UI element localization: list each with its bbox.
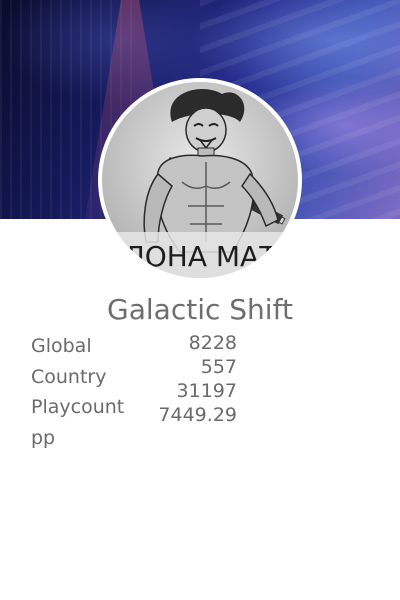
- stat-value-playcount: 31197: [176, 380, 237, 402]
- avatar[interactable]: ЛОНА МАТ: [102, 82, 298, 278]
- stat-label-global: Global: [31, 335, 92, 357]
- username: Galactic Shift: [107, 293, 293, 326]
- stats-values: 8228 557 31197 7449.29: [130, 331, 237, 427]
- stat-value-global: 8228: [188, 332, 237, 354]
- avatar-caption: ЛОНА МАТ: [123, 240, 277, 273]
- stat-label-country: Country: [31, 365, 107, 388]
- stat-value-country: 557: [200, 356, 237, 378]
- stat-value-pp: 7449.29: [158, 404, 237, 426]
- stat-label-playcount: Playcount: [31, 396, 125, 418]
- stats-labels: Global Country Playcount pp: [31, 331, 141, 453]
- profile-card: ЛОНА МАТ Galactic Shift Global Country P…: [0, 0, 400, 600]
- stat-label-pp: pp: [31, 426, 56, 449]
